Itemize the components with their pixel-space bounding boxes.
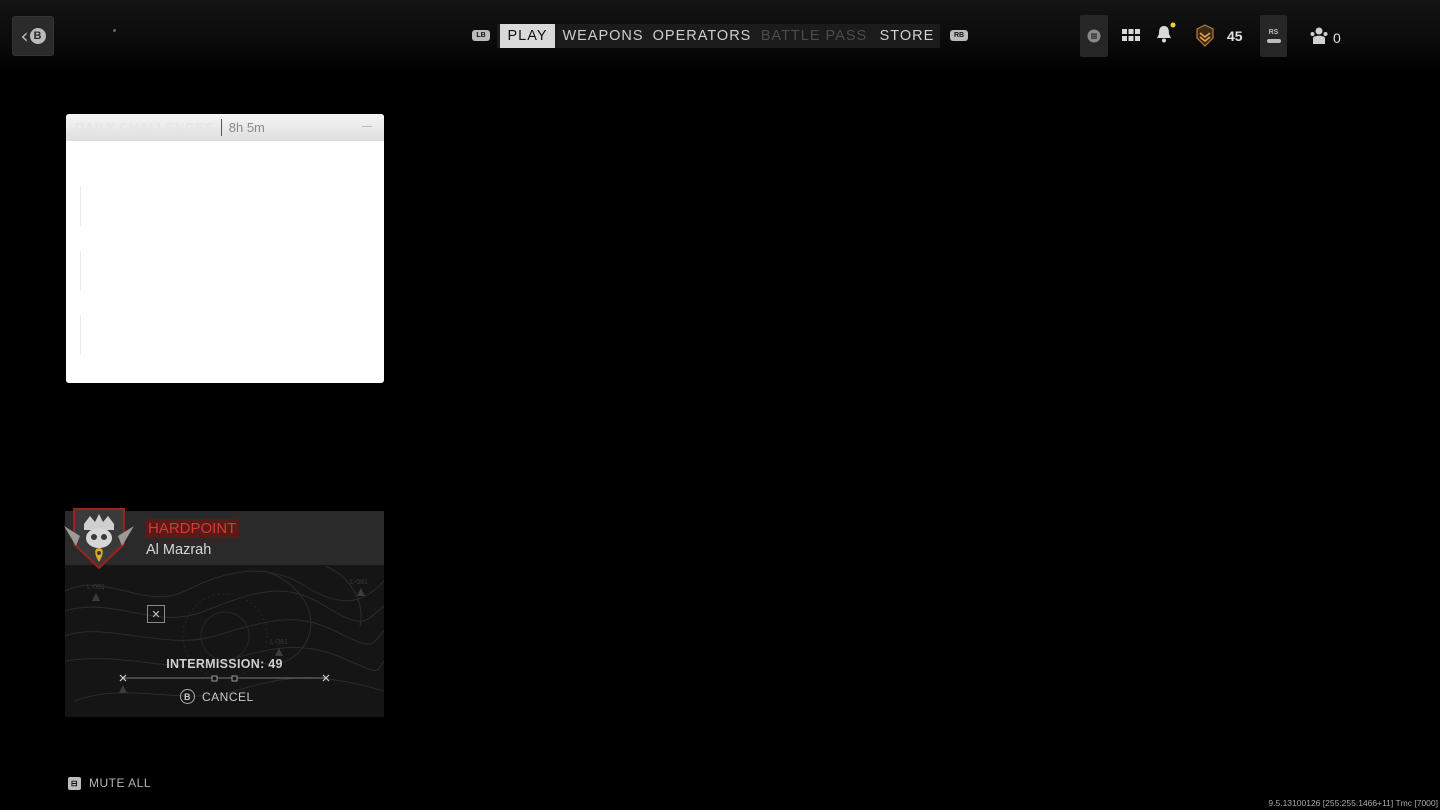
challenge-row bbox=[80, 251, 81, 291]
lb-shoulder-icon[interactable]: LB bbox=[472, 30, 490, 41]
rs-label: RS bbox=[1268, 29, 1279, 36]
rank-level: 45 bbox=[1227, 28, 1243, 44]
daily-challenges-header[interactable]: DAILY CHALLENGES 8h 5m bbox=[66, 114, 384, 141]
close-icon[interactable]: ✕ bbox=[147, 605, 165, 623]
header-divider bbox=[220, 119, 222, 136]
hardpoint-emblem-icon bbox=[64, 508, 134, 570]
map-label: L-081 bbox=[270, 639, 288, 646]
list-circle-icon bbox=[1087, 29, 1101, 43]
tab-play[interactable]: PLAY bbox=[500, 24, 555, 48]
party-icon[interactable] bbox=[1310, 26, 1328, 46]
tab-operators[interactable]: OPERATORS bbox=[652, 24, 752, 48]
tab-weapons[interactable]: WEAPONS bbox=[560, 24, 646, 48]
b-button-icon: B bbox=[29, 28, 46, 44]
map-label: L-081 bbox=[350, 579, 368, 586]
intermission-timer: INTERMISSION: 49 bbox=[166, 657, 283, 671]
minimize-icon[interactable] bbox=[362, 126, 372, 127]
game-mode: HARDPOINT bbox=[145, 519, 240, 538]
challenge-row bbox=[80, 315, 81, 355]
daily-challenges-title: DAILY CHALLENGES bbox=[75, 120, 214, 135]
bell-icon[interactable] bbox=[1154, 22, 1176, 46]
rs-button[interactable]: RS bbox=[1260, 15, 1287, 57]
menu-button[interactable] bbox=[1080, 15, 1108, 57]
status-dot bbox=[113, 29, 116, 32]
rank-chevron-icon[interactable] bbox=[1194, 24, 1216, 48]
tab-store[interactable]: STORE bbox=[876, 24, 938, 48]
map-label: L-081 bbox=[87, 584, 105, 591]
challenge-row bbox=[80, 186, 81, 226]
party-count: 0 bbox=[1333, 30, 1341, 46]
cancel-label: CANCEL bbox=[202, 689, 254, 704]
notification-dot bbox=[1170, 22, 1176, 28]
challenge-timer: 8h 5m bbox=[228, 120, 265, 135]
mute-all-button[interactable]: ⊟ MUTE ALL bbox=[68, 776, 151, 790]
grid-icon[interactable] bbox=[1121, 28, 1141, 44]
cancel-button[interactable]: B CANCEL bbox=[180, 689, 254, 704]
map-name: Al Mazrah bbox=[146, 542, 212, 558]
mute-button-icon: ⊟ bbox=[68, 776, 81, 790]
b-button-icon: B bbox=[180, 689, 195, 704]
tab-battle-pass[interactable]: BATTLE PASS bbox=[760, 24, 868, 48]
mute-all-label: MUTE ALL bbox=[89, 776, 152, 790]
rb-shoulder-icon[interactable]: RB bbox=[950, 30, 968, 41]
back-button[interactable]: ‹ B bbox=[12, 16, 54, 56]
rs-stick-icon bbox=[1266, 39, 1281, 43]
daily-challenges-panel[interactable]: DAILY CHALLENGES 8h 5m bbox=[66, 114, 384, 383]
chevron-left-icon: ‹ bbox=[20, 24, 29, 48]
build-version: 9.5.13100126 [255:255:1466+11] Tmc [7000… bbox=[1268, 798, 1438, 808]
